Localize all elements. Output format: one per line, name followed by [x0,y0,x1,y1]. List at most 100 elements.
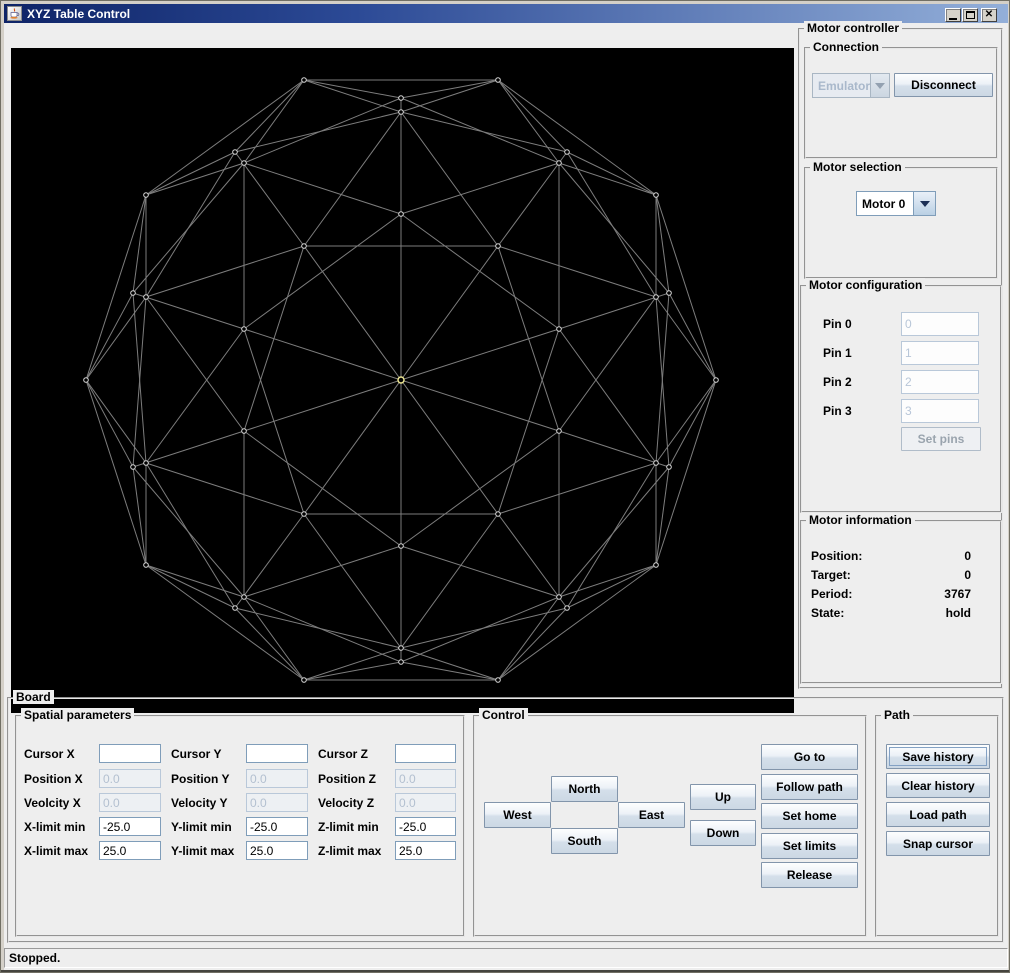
wireframe-vertex [653,562,659,568]
spatial-label-y-limit-min: Y-limit min [171,820,232,834]
wireframe-edge [497,79,568,153]
wireframe-vertex [398,109,404,115]
group-control: Control North West East South Up Down Go… [473,708,867,937]
info-label-period: Period: [811,587,853,601]
wireframe-edge [243,162,402,215]
action-button-set-home[interactable]: Set home [761,803,858,829]
wireframe-sphere [83,77,719,683]
pin-1-field[interactable] [901,341,979,365]
path-button-snap-cursor[interactable]: Snap cursor [886,831,990,856]
spatial-field-cursor-y[interactable] [246,744,308,763]
spatial-label-cursor-x: Cursor X [24,747,75,761]
wireframe-edge [400,79,499,99]
west-button[interactable]: West [484,802,551,828]
spatial-field-position-z[interactable] [395,769,456,788]
chevron-down-icon [875,82,885,89]
group-title-motor-controller: Motor controller [804,21,902,35]
group-title-spatial-parameters: Spatial parameters [21,708,135,722]
wireframe-edge [400,647,499,681]
wireframe-edge [558,296,657,432]
path-button-clear-history[interactable]: Clear history [886,773,990,798]
action-button-go-to[interactable]: Go to [761,744,858,770]
wireframe-edge [85,296,147,381]
info-label-target: Target: [811,568,851,582]
wireframe-edge [85,379,147,566]
pin-2-field[interactable] [901,370,979,394]
action-button-set-limits[interactable]: Set limits [761,833,858,859]
spatial-field-z-limit-min[interactable] [395,817,456,836]
motor-combobox[interactable]: Motor 0 [856,191,936,216]
pin-3-field[interactable] [901,399,979,423]
wireframe-vertex [564,605,570,611]
group-title-control: Control [479,708,528,722]
south-button[interactable]: South [551,828,618,854]
set-pins-button[interactable]: Set pins [901,427,981,451]
wireframe-edge [243,379,402,432]
spatial-field-position-y[interactable] [246,769,308,788]
spatial-field-velocity-z[interactable] [395,793,456,812]
spatial-label-veolcity-x: Veolcity X [24,796,81,810]
spatial-label-x-limit-max: X-limit max [24,844,89,858]
wireframe-vertex [83,377,89,383]
spatial-label-x-limit-min: X-limit min [24,820,86,834]
wireframe-edge [497,513,568,609]
path-button-save-history[interactable]: Save history [886,744,990,769]
wireframe-edge [243,328,402,381]
spatial-field-x-limit-min[interactable] [99,817,161,836]
spatial-label-cursor-y: Cursor Y [171,747,222,761]
wireframe-edge [400,545,560,598]
spatial-label-y-limit-max: Y-limit max [171,844,235,858]
wireframe-vertex [398,95,404,101]
content-pane: Motor controller Connection Emulator Dis… [4,21,1008,970]
spatial-field-cursor-z[interactable] [395,744,456,763]
up-button[interactable]: Up [690,784,756,810]
minimize-button[interactable] [945,8,961,22]
wireframe-edge [558,564,657,598]
disconnect-button[interactable]: Disconnect [894,73,993,97]
maximize-button[interactable] [962,8,978,22]
java-app-icon [7,6,22,21]
spatial-field-z-limit-max[interactable] [395,841,456,860]
spatial-field-y-limit-min[interactable] [246,817,308,836]
wireframe-vertex [398,543,404,549]
pin-0-field[interactable] [901,312,979,336]
wireframe-vertex [301,243,307,249]
wireframe-edge [400,245,499,381]
close-button[interactable]: ✕ [981,8,997,22]
east-button[interactable]: East [618,802,685,828]
spatial-field-x-limit-max[interactable] [99,841,161,860]
wireframe-vertex [495,511,501,517]
wireframe-edge [85,379,147,464]
action-button-release[interactable]: Release [761,862,858,888]
wireframe-edge [497,328,560,515]
wireframe-edge [132,194,147,294]
window-frame-bottom [1,970,1009,972]
wireframe-edge [132,292,245,330]
wireframe-vertex [241,326,247,332]
spatial-field-velocity-y[interactable] [246,793,308,812]
wireframe-edge [243,213,402,330]
path-button-load-path[interactable]: Load path [886,802,990,827]
wireframe-vertex [666,290,672,296]
app-window: XYZ Table Control ✕ Motor controller Con… [0,0,1010,973]
wireframe-vertex [301,77,307,83]
down-button[interactable]: Down [690,820,756,846]
wireframe-edge [303,79,402,99]
spatial-label-position-z: Position Z [318,772,376,786]
action-button-follow-path[interactable]: Follow path [761,774,858,800]
window-title: XYZ Table Control [27,6,131,21]
wireframe-vertex [241,428,247,434]
spatial-label-velocity-z: Velocity Z [318,796,375,810]
spatial-field-veolcity-x[interactable] [99,793,161,812]
spatial-field-y-limit-max[interactable] [246,841,308,860]
spatial-field-cursor-x[interactable] [99,744,161,763]
cursor-marker [397,376,405,384]
north-button[interactable]: North [551,776,618,802]
wireframe-edge [497,462,657,515]
group-motor-configuration: Motor configuration Set pins Pin 0 Pin 1 P… [800,278,1002,513]
spatial-field-position-x[interactable] [99,769,161,788]
group-motor-selection: Motor selection Motor 0 [804,160,998,279]
xyz-table-canvas[interactable] [11,48,794,713]
spatial-label-position-x: Position X [24,772,83,786]
device-combobox[interactable]: Emulator [812,73,890,98]
